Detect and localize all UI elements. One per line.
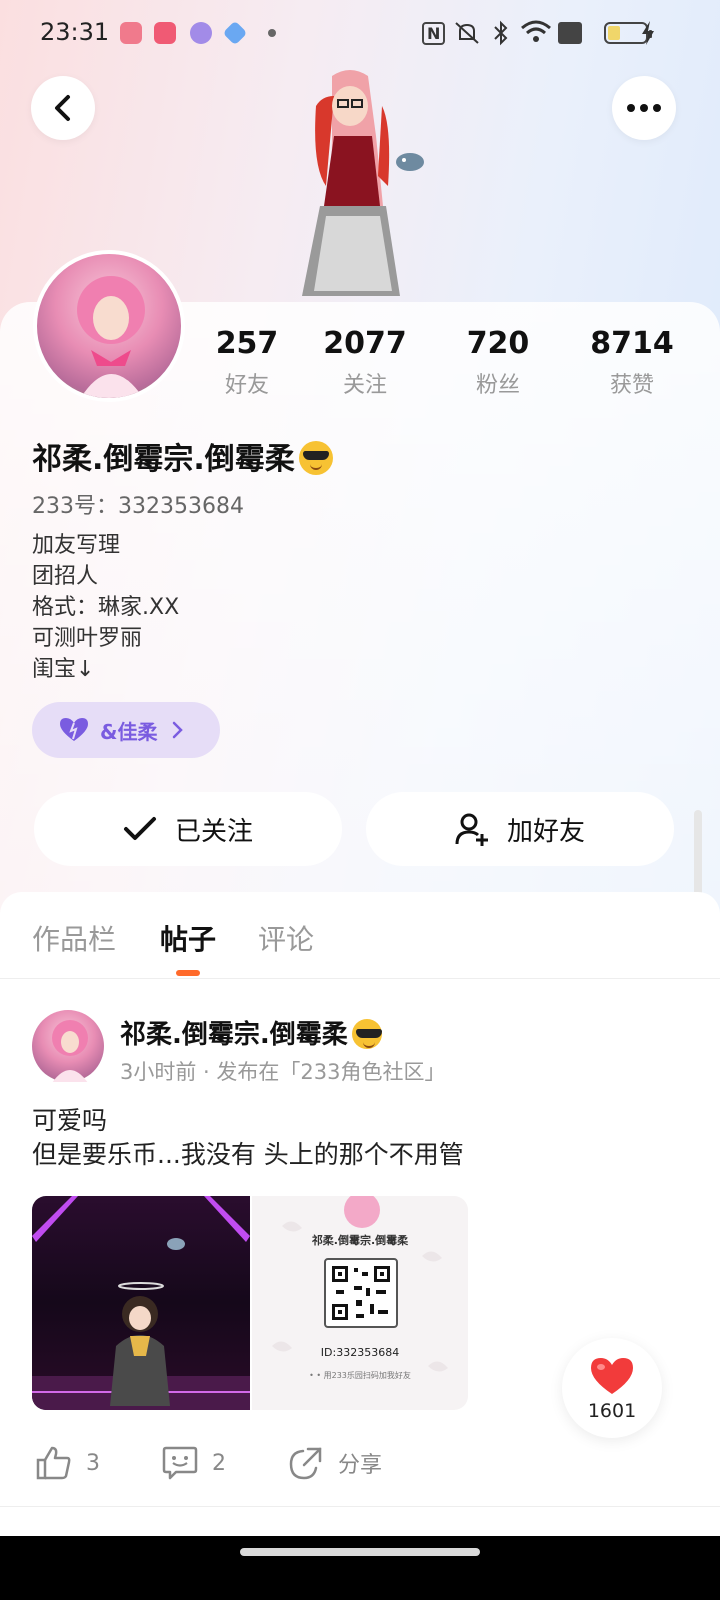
post-image-qrcode[interactable]: 祁柔.倒霉宗.倒霉柔 ID:332353684 • • 用233乐园扫码加我好友 bbox=[252, 1196, 468, 1410]
home-gesture-handle[interactable] bbox=[240, 1548, 480, 1556]
followed-label: 已关注 bbox=[174, 816, 253, 847]
mute-icon bbox=[455, 22, 479, 44]
system-nav-bar bbox=[0, 1536, 720, 1600]
nickname-text: 祁柔.倒霉宗.倒霉柔 bbox=[32, 442, 295, 477]
stat-label: 获赞 bbox=[609, 373, 654, 398]
nfc-icon: N bbox=[422, 22, 446, 45]
share-icon bbox=[289, 1447, 322, 1480]
qr-card-id: ID:332353684 bbox=[320, 1346, 400, 1359]
chat-app-icon bbox=[190, 22, 212, 44]
chevron-right-icon bbox=[173, 721, 184, 739]
bio-line: 格式：琳家.XX bbox=[32, 595, 180, 620]
dot-icon bbox=[268, 29, 276, 37]
profile-bio: 加友写理 团招人 格式：琳家.XX 可测叶罗丽 闺宝↓ bbox=[32, 530, 179, 685]
like-button[interactable]: 3 bbox=[36, 1446, 100, 1480]
qr-card-name: 祁柔.倒霉宗.倒霉柔 bbox=[311, 1234, 409, 1247]
blue-app-icon bbox=[222, 20, 248, 46]
post-avatar-image bbox=[50, 1020, 90, 1086]
stat-value: 720 bbox=[466, 326, 530, 361]
more-dots-icon bbox=[627, 104, 661, 112]
qr-code-icon bbox=[324, 1258, 398, 1328]
avatar-image bbox=[77, 276, 145, 398]
divider bbox=[0, 1506, 720, 1507]
user-id: 233号：332353684 bbox=[32, 494, 244, 519]
wifi-icon bbox=[521, 20, 551, 42]
bluetooth-icon bbox=[494, 20, 508, 46]
stat-label: 粉丝 bbox=[475, 373, 520, 398]
tab-comments[interactable]: 评论 bbox=[258, 918, 314, 958]
add-friend-button[interactable]: 加好友 bbox=[366, 792, 674, 866]
comment-button[interactable]: 2 bbox=[162, 1446, 226, 1480]
bio-line: 加友写理 bbox=[32, 533, 121, 558]
active-tab-indicator bbox=[176, 970, 200, 976]
video-app-icon bbox=[154, 22, 176, 44]
sim-icon bbox=[558, 22, 582, 44]
stat-value: 8714 bbox=[590, 326, 674, 361]
post-content[interactable]: 可爱吗 但是要乐币...我没有 头上的那个不用管 bbox=[32, 1104, 464, 1172]
stat-following[interactable]: 2077 关注 bbox=[295, 326, 435, 399]
divider bbox=[0, 978, 720, 979]
check-icon bbox=[123, 817, 156, 840]
profile-nickname: 祁柔.倒霉宗.倒霉柔 bbox=[32, 434, 333, 478]
bio-line: 可测叶罗丽 bbox=[32, 626, 143, 651]
post-image-character[interactable] bbox=[32, 1196, 250, 1410]
tab-works[interactable]: 作品栏 bbox=[32, 918, 116, 958]
heart-icon bbox=[591, 1358, 633, 1394]
avatar[interactable] bbox=[33, 250, 185, 402]
bio-line: 闺宝↓ bbox=[32, 657, 95, 682]
post-author-text: 祁柔.倒霉宗.倒霉柔 bbox=[120, 1020, 348, 1050]
qr-card-hint: • • 用233乐园扫码加我好友 bbox=[309, 1371, 411, 1380]
share-button[interactable]: 分享 bbox=[288, 1446, 382, 1480]
character-stage-image bbox=[32, 1196, 250, 1410]
stat-value: 2077 bbox=[323, 326, 407, 361]
stat-followers[interactable]: 720 粉丝 bbox=[428, 326, 568, 399]
followed-button[interactable]: 已关注 bbox=[34, 792, 342, 866]
more-button[interactable] bbox=[612, 76, 676, 140]
status-bar: 23:31 N bbox=[0, 0, 720, 66]
post-text-line: 可爱吗 bbox=[32, 1106, 108, 1135]
post-author-avatar[interactable] bbox=[32, 1010, 104, 1086]
post-author-name[interactable]: 祁柔.倒霉宗.倒霉柔 bbox=[120, 1014, 382, 1051]
comment-count: 2 bbox=[212, 1450, 226, 1476]
add-user-icon bbox=[455, 813, 488, 846]
post-text-line: 但是要乐币...我没有 头上的那个不用管 bbox=[32, 1140, 464, 1169]
sunglasses-emoji-icon bbox=[298, 441, 333, 475]
back-button[interactable] bbox=[31, 76, 95, 140]
thumbs-up-icon bbox=[36, 1446, 71, 1480]
sunglasses-emoji-icon bbox=[351, 1019, 382, 1049]
bio-line: 团招人 bbox=[32, 564, 99, 589]
like-fab-button[interactable]: 1601 bbox=[562, 1338, 662, 1438]
tab-posts[interactable]: 帖子 bbox=[160, 918, 216, 958]
post-meta: 3小时前 · 发布在「233角色社区」 bbox=[120, 1060, 446, 1084]
banner-character-image bbox=[302, 70, 424, 296]
relation-pill[interactable]: &佳柔 bbox=[32, 702, 220, 758]
stat-label: 关注 bbox=[342, 373, 387, 398]
comment-icon bbox=[162, 1446, 198, 1480]
relation-label: &佳柔 bbox=[100, 719, 158, 744]
heart-pair-icon bbox=[60, 718, 88, 741]
add-friend-label: 加好友 bbox=[506, 816, 585, 847]
charging-icon bbox=[642, 21, 654, 45]
share-label: 分享 bbox=[338, 1453, 383, 1478]
like-fab-count: 1601 bbox=[587, 1400, 637, 1422]
music-app-icon bbox=[120, 22, 142, 44]
status-time: 23:31 bbox=[40, 18, 110, 46]
back-arrow-icon bbox=[55, 95, 70, 121]
stat-likes[interactable]: 8714 获赞 bbox=[562, 326, 702, 399]
like-count: 3 bbox=[86, 1450, 100, 1476]
